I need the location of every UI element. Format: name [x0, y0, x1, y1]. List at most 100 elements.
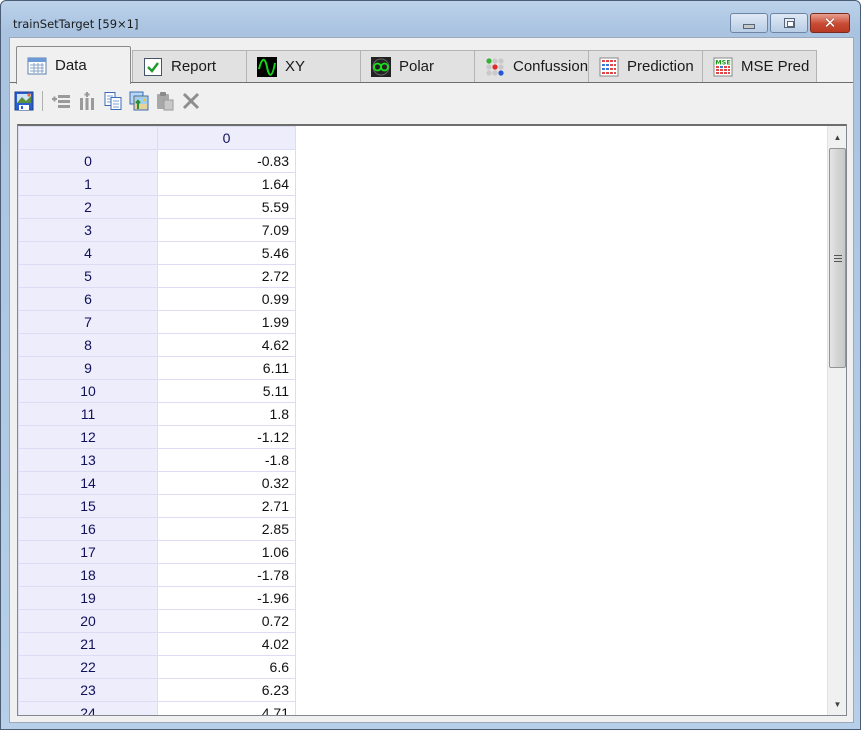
- row-header[interactable]: 17: [18, 540, 158, 564]
- row-header[interactable]: 2: [18, 195, 158, 219]
- vertical-scrollbar[interactable]: ▲ ▼: [827, 126, 846, 715]
- row-header[interactable]: 4: [18, 241, 158, 265]
- maximize-button[interactable]: [770, 13, 808, 33]
- close-button[interactable]: ✕: [810, 13, 850, 33]
- copy-button[interactable]: [102, 90, 124, 112]
- tab-mse-pred[interactable]: MSE MSE Pred: [702, 50, 817, 82]
- value-cell[interactable]: 6.23: [157, 678, 296, 702]
- tab-label: Data: [55, 57, 87, 74]
- row-header[interactable]: 7: [18, 310, 158, 334]
- insert-row-button[interactable]: [50, 90, 72, 112]
- grip-icon: [833, 254, 842, 262]
- scroll-up-button[interactable]: ▲: [828, 128, 846, 146]
- table-row: 24 4.71: [18, 701, 296, 715]
- value-cell[interactable]: 1.64: [157, 172, 296, 196]
- row-header[interactable]: 9: [18, 356, 158, 380]
- tab-prediction[interactable]: Prediction: [588, 50, 703, 82]
- value-cell[interactable]: 5.46: [157, 241, 296, 265]
- value-cell[interactable]: 7.09: [157, 218, 296, 242]
- checkbox-icon: [144, 57, 162, 76]
- scroll-up-icon: ▲: [833, 132, 842, 142]
- header-row: 0: [18, 126, 296, 150]
- insert-column-button[interactable]: [76, 90, 98, 112]
- value-cell[interactable]: -1.78: [157, 563, 296, 587]
- value-cell[interactable]: 6.11: [157, 356, 296, 380]
- window-title: trainSetTarget [59×1]: [13, 17, 139, 31]
- row-header[interactable]: 6: [18, 287, 158, 311]
- value-cell[interactable]: 5.11: [157, 379, 296, 403]
- value-cell[interactable]: -1.96: [157, 586, 296, 610]
- row-header[interactable]: 11: [18, 402, 158, 426]
- row-header[interactable]: 20: [18, 609, 158, 633]
- minimize-button[interactable]: [730, 13, 768, 33]
- row-header[interactable]: 23: [18, 678, 158, 702]
- value-cell[interactable]: 6.6: [157, 655, 296, 679]
- client-area: Data Report XY Polar Confussion Predicti…: [9, 37, 854, 723]
- value-cell[interactable]: 4.71: [157, 701, 296, 715]
- scroll-down-button[interactable]: ▼: [828, 695, 846, 713]
- table-row: 2 5.59: [18, 195, 296, 219]
- table-row: 0 -0.83: [18, 149, 296, 173]
- row-header[interactable]: 18: [18, 563, 158, 587]
- table-row: 14 0.32: [18, 471, 296, 495]
- row-header[interactable]: 19: [18, 586, 158, 610]
- row-header[interactable]: 24: [18, 701, 158, 715]
- table-row: 1 1.64: [18, 172, 296, 196]
- delete-button[interactable]: [180, 90, 202, 112]
- value-cell[interactable]: 2.85: [157, 517, 296, 541]
- row-header[interactable]: 16: [18, 517, 158, 541]
- row-header[interactable]: 10: [18, 379, 158, 403]
- toolbar-separator: [42, 91, 43, 111]
- row-header[interactable]: 1: [18, 172, 158, 196]
- row-header[interactable]: 21: [18, 632, 158, 656]
- row-header[interactable]: 13: [18, 448, 158, 472]
- tab-report[interactable]: Report: [132, 50, 247, 82]
- column-header[interactable]: 0: [157, 126, 296, 150]
- row-header[interactable]: 5: [18, 264, 158, 288]
- value-cell[interactable]: 2.72: [157, 264, 296, 288]
- value-cell[interactable]: 0.32: [157, 471, 296, 495]
- row-header[interactable]: 22: [18, 655, 158, 679]
- table-row: 20 0.72: [18, 609, 296, 633]
- row-header[interactable]: 14: [18, 471, 158, 495]
- row-header[interactable]: 12: [18, 425, 158, 449]
- corner-cell[interactable]: [18, 126, 158, 150]
- row-header[interactable]: 3: [18, 218, 158, 242]
- table-row: 6 0.99: [18, 287, 296, 311]
- row-header[interactable]: 0: [18, 149, 158, 173]
- app-window: trainSetTarget [59×1] ✕ Data Report XY P…: [0, 0, 861, 730]
- row-header[interactable]: 8: [18, 333, 158, 357]
- data-table: 0 0 -0.83 1 1.64 2 5.59 3 7.09 4 5.46 5 2.72 6 0.99 7 1…: [18, 126, 296, 715]
- title-bar[interactable]: trainSetTarget [59×1] ✕: [1, 1, 860, 37]
- table-row: 9 6.11: [18, 356, 296, 380]
- table-row: 18 -1.78: [18, 563, 296, 587]
- tab-confussion[interactable]: Confussion: [474, 50, 589, 82]
- value-cell[interactable]: 1.8: [157, 402, 296, 426]
- value-cell[interactable]: -1.8: [157, 448, 296, 472]
- scroll-thumb[interactable]: [829, 148, 846, 368]
- polar-plot-icon: [371, 56, 391, 77]
- value-cell[interactable]: 4.02: [157, 632, 296, 656]
- tab-xy[interactable]: XY: [246, 50, 361, 82]
- value-cell[interactable]: 0.72: [157, 609, 296, 633]
- value-cell[interactable]: -1.12: [157, 425, 296, 449]
- paste-button[interactable]: [154, 90, 176, 112]
- table-row: 11 1.8: [18, 402, 296, 426]
- value-cell[interactable]: 1.99: [157, 310, 296, 334]
- row-header[interactable]: 15: [18, 494, 158, 518]
- tab-polar[interactable]: Polar: [360, 50, 475, 82]
- value-cell[interactable]: 5.59: [157, 195, 296, 219]
- save-image-button[interactable]: [13, 90, 35, 112]
- table-row: 5 2.72: [18, 264, 296, 288]
- tab-data[interactable]: Data: [16, 46, 131, 84]
- confusion-matrix-icon: [486, 57, 504, 76]
- value-cell[interactable]: -0.83: [157, 149, 296, 173]
- save-image-icon: [14, 91, 34, 111]
- table-row: 13 -1.8: [18, 448, 296, 472]
- table-row: 10 5.11: [18, 379, 296, 403]
- export-image-button[interactable]: [128, 90, 150, 112]
- value-cell[interactable]: 4.62: [157, 333, 296, 357]
- value-cell[interactable]: 2.71: [157, 494, 296, 518]
- value-cell[interactable]: 0.99: [157, 287, 296, 311]
- value-cell[interactable]: 1.06: [157, 540, 296, 564]
